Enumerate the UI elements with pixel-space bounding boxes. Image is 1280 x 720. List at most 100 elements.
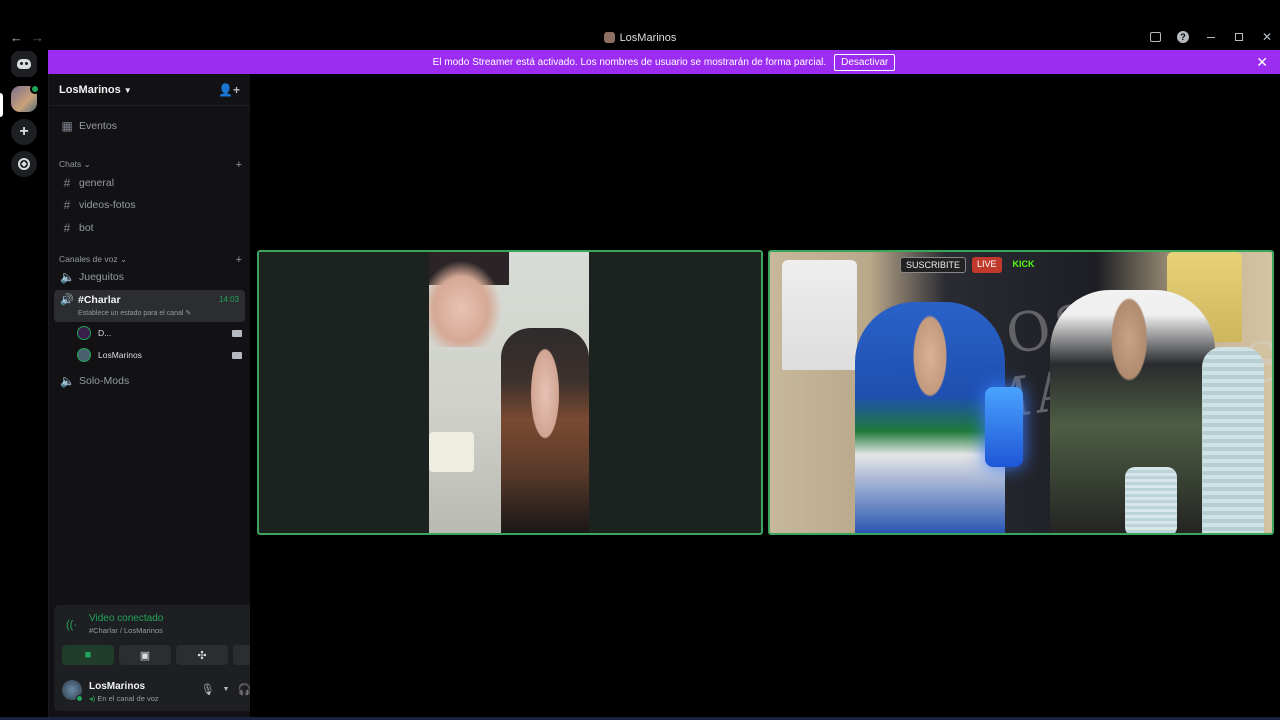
voice-user[interactable]: D... xyxy=(77,324,242,342)
channel-general[interactable]: # general xyxy=(54,173,245,193)
video-feed: LOS MARINOS SUSCRIBITE LIVE KICK xyxy=(770,252,1272,533)
category-chats[interactable]: Chats ⌄ + xyxy=(59,159,242,171)
category-chats-label: Chats xyxy=(59,159,82,169)
pencil-icon: ✎ xyxy=(185,310,192,317)
microphone-icon[interactable]: 🎙 xyxy=(201,683,215,696)
camera-button[interactable]: ■ xyxy=(62,645,114,665)
video-tile-user-1[interactable] xyxy=(257,250,763,535)
chevron-down-icon: ▼ xyxy=(123,85,132,95)
person-silhouette xyxy=(855,302,1005,533)
voice-user[interactable]: LosMarinos xyxy=(77,346,242,364)
window-title-text: LosMarinos xyxy=(619,32,677,44)
camera-icon: ■ xyxy=(84,649,92,661)
background-object xyxy=(429,432,474,472)
help-icon[interactable]: ? xyxy=(1176,30,1190,44)
minimize-icon[interactable] xyxy=(1204,30,1218,44)
chevron-down-icon: ⌄ xyxy=(83,159,91,169)
camera-icon xyxy=(232,351,242,359)
banner-message: El modo Streamer está activado. Los nomb… xyxy=(432,56,827,68)
user-status: ◂) En el canal de voz xyxy=(89,694,159,703)
speaker-icon: 🔈 xyxy=(60,270,75,284)
person-silhouette xyxy=(429,252,509,347)
jersey-decoration xyxy=(782,260,857,370)
video-tile-losmarinos[interactable]: LOS MARINOS SUSCRIBITE LIVE KICK xyxy=(768,250,1274,535)
deactivate-button[interactable]: Desactivar xyxy=(834,53,896,71)
channel-sidebar: LosMarinos ▼ 👤+ ▦ Eventos Chats ⌄ + # gen… xyxy=(48,74,294,717)
mate-cup xyxy=(1125,467,1177,533)
video-stage: LOS MARINOS SUSCRIBITE LIVE KICK xyxy=(250,74,1280,717)
maximize-icon[interactable] xyxy=(1232,30,1246,44)
channel-status[interactable]: Establece un estado para el canal ✎ xyxy=(78,309,191,317)
avatar xyxy=(77,326,91,340)
server-rail: + xyxy=(0,49,48,717)
voice-channel-charlar[interactable]: 🔊 #Charlar 14:03 Establece un estado par… xyxy=(54,290,245,322)
video-feed xyxy=(429,252,589,533)
hash-icon: # xyxy=(63,198,71,212)
channel-label: Jueguitos xyxy=(79,271,124,283)
connection-signal-icon[interactable]: ((· xyxy=(66,619,77,631)
streamer-mode-banner: El modo Streamer está activado. Los nomb… xyxy=(48,50,1280,74)
speaker-icon: ◂) xyxy=(89,694,96,703)
kick-logo: KICK xyxy=(1012,259,1035,269)
activities-icon: ✣ xyxy=(197,649,207,662)
subscribe-sign: SUSCRIBITE xyxy=(900,257,967,273)
chevron-down-icon[interactable]: ▼ xyxy=(223,686,230,693)
server-icon-losmarinos[interactable] xyxy=(11,84,40,112)
server-name: LosMarinos xyxy=(59,83,121,96)
category-voice-label: Canales de voz xyxy=(59,254,118,264)
live-badge: LIVE xyxy=(972,257,1002,273)
channel-label: bot xyxy=(79,222,94,234)
create-channel-icon[interactable]: + xyxy=(236,159,242,171)
voice-user-name: LosMarinos xyxy=(98,350,142,360)
close-banner-icon[interactable]: ✕ xyxy=(1256,54,1268,71)
inbox-icon[interactable] xyxy=(1148,30,1162,44)
title-bar: ← → LosMarinos ? ✕ xyxy=(0,28,1280,49)
thermos xyxy=(1202,347,1264,533)
channel-bot[interactable]: # bot xyxy=(54,218,245,238)
hash-icon: # xyxy=(63,221,71,235)
server-icon xyxy=(603,32,615,43)
explore-icon[interactable] xyxy=(11,151,37,177)
voice-user-name: D... xyxy=(98,328,112,338)
channel-videos-fotos[interactable]: # videos-fotos xyxy=(54,195,245,215)
window-controls: ? ✕ xyxy=(1148,30,1274,44)
user-status-text: En el canal de voz xyxy=(97,694,159,703)
discord-home-icon[interactable] xyxy=(11,51,37,77)
share-screen-button[interactable]: ▣ xyxy=(119,645,171,665)
add-server-icon[interactable]: + xyxy=(11,119,37,145)
speaker-active-icon: 🔊 xyxy=(60,294,74,306)
voice-channel-jueguitos[interactable]: 🔈 Jueguitos xyxy=(54,267,245,287)
online-status-icon xyxy=(76,695,83,702)
category-voice[interactable]: Canales de voz ⌄ + xyxy=(59,254,242,266)
channel-label: #Charlar xyxy=(78,294,121,306)
calendar-icon: ▦ xyxy=(61,119,73,133)
window-title: LosMarinos xyxy=(0,32,1280,44)
person-silhouette xyxy=(501,328,589,533)
close-window-icon[interactable]: ✕ xyxy=(1260,30,1274,44)
locked-speaker-icon: 🔈 xyxy=(60,374,75,388)
user-name[interactable]: LosMarinos xyxy=(89,681,145,692)
voice-activity-badge xyxy=(30,84,40,94)
invite-people-icon[interactable]: 👤+ xyxy=(218,83,240,97)
avatar xyxy=(77,348,91,362)
channel-label: videos-fotos xyxy=(79,199,136,211)
channel-status-text: Establece un estado para el canal xyxy=(78,310,184,317)
chevron-down-icon: ⌄ xyxy=(119,254,128,264)
screen-share-icon: ▣ xyxy=(139,649,151,662)
activities-button[interactable]: ✣ xyxy=(176,645,228,665)
voice-location[interactable]: #Charlar / LosMarinos xyxy=(89,626,163,635)
channel-label: general xyxy=(79,177,115,189)
camera-icon xyxy=(232,329,242,337)
hash-icon: # xyxy=(63,176,71,190)
call-duration: 14:03 xyxy=(218,295,239,304)
voice-status: Video conectado xyxy=(89,613,164,624)
events-label: Eventos xyxy=(79,120,117,132)
voice-channel-solo-mods[interactable]: 🔈 Solo-Mods xyxy=(54,371,245,391)
microphone-prop xyxy=(985,387,1023,467)
create-voice-channel-icon[interactable]: + xyxy=(236,254,242,266)
selected-server-indicator xyxy=(0,93,3,117)
events-item[interactable]: ▦ Eventos xyxy=(54,116,245,136)
stream-sign: SUSCRIBITE LIVE KICK xyxy=(900,257,1040,273)
channel-label: Solo-Mods xyxy=(79,375,130,387)
server-header[interactable]: LosMarinos ▼ 👤+ xyxy=(49,74,250,106)
